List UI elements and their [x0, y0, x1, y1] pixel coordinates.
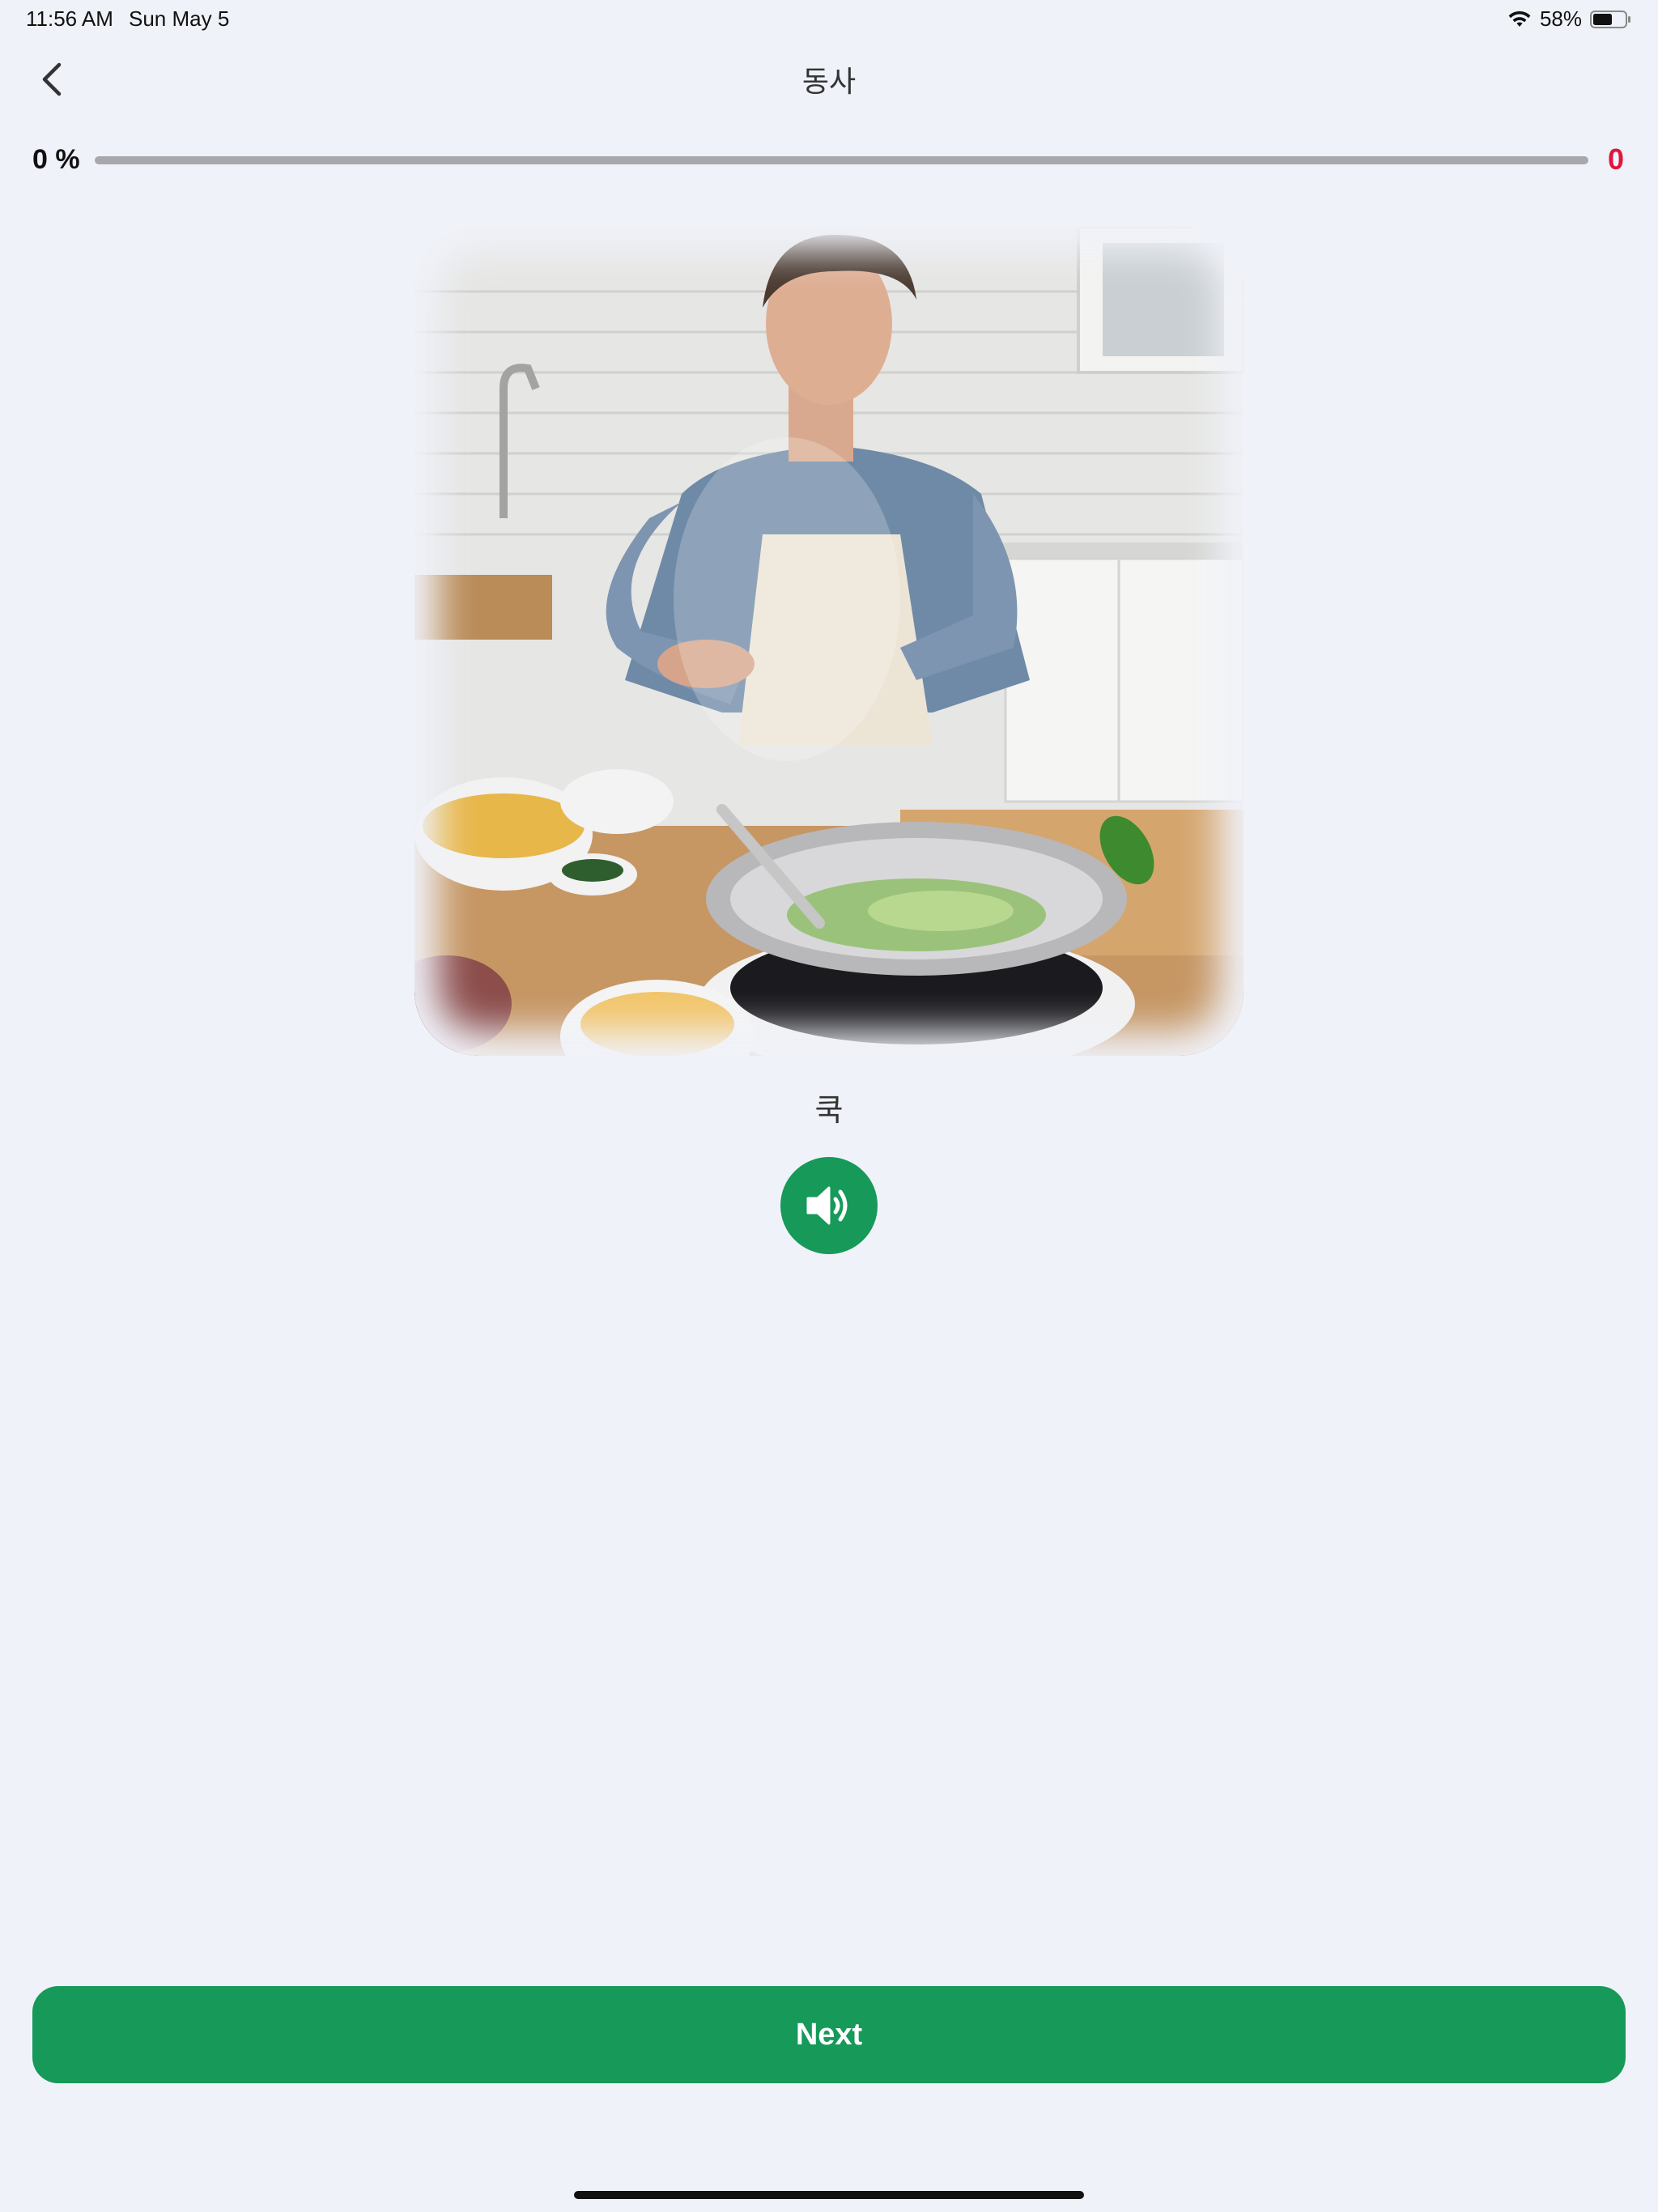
lesson-screen: 11:56 AM Sun May 5 58% 동사 0 % 0 쿡 Next — [0, 0, 1658, 2212]
wifi-icon — [1508, 11, 1531, 27]
home-indicator[interactable] — [574, 2191, 1084, 2199]
speaker-icon — [806, 1186, 848, 1225]
status-indicators: 58% — [1507, 6, 1632, 32]
vocabulary-word: 쿡 — [814, 1094, 844, 1128]
status-time: 11:56 AM — [26, 6, 113, 31]
battery-percent: 58% — [1539, 6, 1582, 31]
progress-bar — [95, 156, 1588, 164]
cooking-illustration — [414, 227, 1244, 1056]
next-button[interactable]: Next — [32, 1986, 1626, 2083]
status-date: Sun May 5 — [129, 6, 230, 31]
page-title: 동사 — [801, 65, 857, 98]
lesson-image — [414, 227, 1244, 1056]
play-audio-button[interactable] — [780, 1157, 878, 1254]
battery-icon — [1590, 10, 1630, 28]
status-bar: 11:56 AM Sun May 5 58% — [0, 0, 1658, 39]
score-count: 0 — [1607, 143, 1624, 176]
progress-percent: 0 % — [32, 144, 80, 175]
